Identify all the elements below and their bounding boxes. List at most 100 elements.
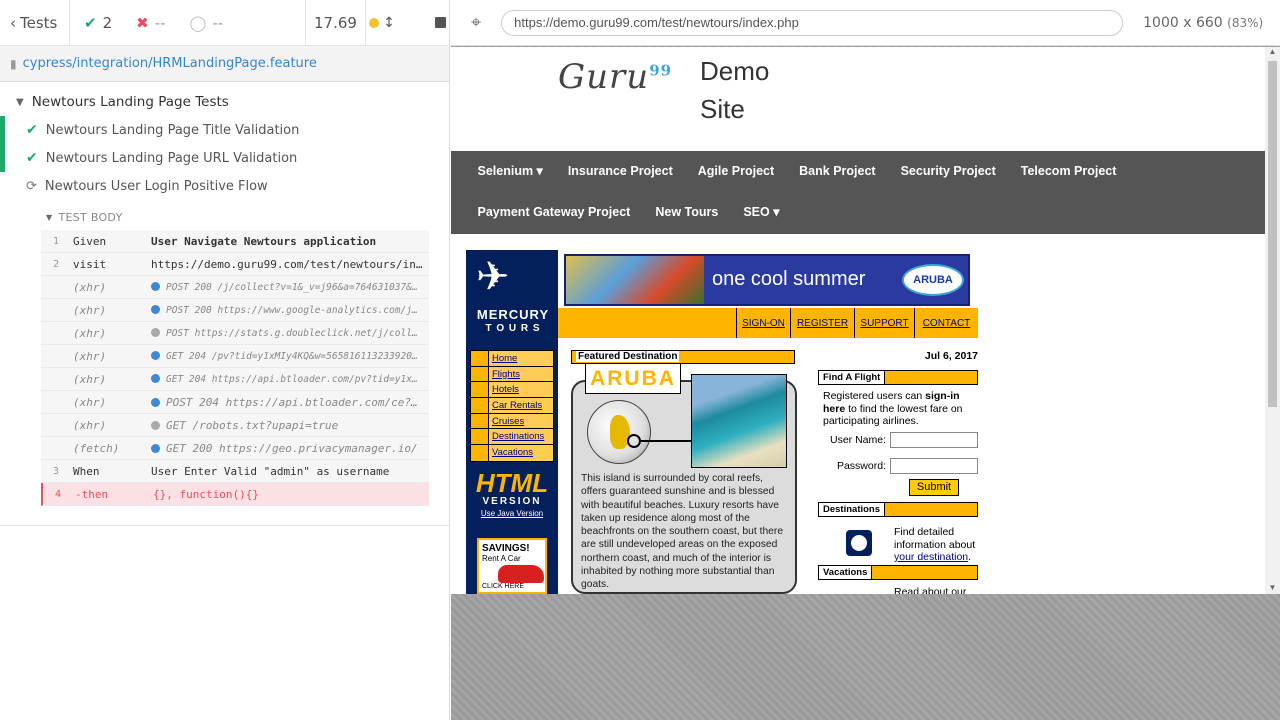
nav-security-project[interactable]: Security Project — [888, 151, 1008, 192]
command-row[interactable]: (xhr) POST 200 /j/collect?v=1&_v=j96&a=7… — [41, 276, 429, 299]
command-message: User Enter Valid "admin" as username — [151, 464, 390, 478]
mercury-tours-page: ✈ MERCURY T O U R S Home Flights Hotels … — [466, 250, 978, 594]
menu-item-flights[interactable]: Flights — [471, 366, 553, 383]
username-label: User Name: — [829, 434, 886, 446]
test-stats: ✔ 2 ✖ -- ◯ -- — [70, 0, 306, 46]
find-flight-title: Find A Flight — [819, 371, 886, 384]
command-row-failed[interactable]: 4 -then {}, function(){} — [41, 483, 429, 506]
destinations-header: Destinations — [818, 502, 978, 517]
command-row[interactable]: (xhr) POST 204 https://api.btloader.com/… — [41, 391, 429, 414]
menu-item-car-rentals[interactable]: Car Rentals — [471, 398, 553, 414]
register-link[interactable]: REGISTER — [790, 308, 854, 338]
command-message-wrap: GET /robots.txt?upapi=true — [151, 419, 429, 432]
suite-title: Newtours Landing Page Tests — [31, 94, 229, 110]
command-message: GET /robots.txt?upapi=true — [166, 418, 339, 432]
selector-playground-icon[interactable]: ⌖ — [471, 12, 481, 33]
failed-stat: ✖ -- — [136, 14, 165, 32]
menu-link[interactable]: Flights — [489, 366, 553, 382]
command-row[interactable]: 2 visit https://demo.guru99.com/test/new… — [41, 253, 429, 276]
menu-link[interactable]: Destinations — [489, 429, 553, 445]
cross-icon: ✖ — [136, 13, 149, 32]
scroll-down-icon[interactable]: ▼ — [1265, 583, 1280, 592]
aut-url-display[interactable]: https://demo.guru99.com/test/newtours/in… — [501, 9, 1124, 36]
java-version-link[interactable]: Use Java Version — [472, 509, 552, 518]
menu-link[interactable]: Cruises — [489, 413, 553, 429]
nav-seo[interactable]: SEO ▾ — [731, 192, 792, 233]
command-row[interactable]: 1 Given User Navigate Newtours applicati… — [41, 230, 429, 253]
command-name: When — [73, 464, 100, 478]
stop-icon[interactable] — [434, 17, 446, 28]
test-row[interactable]: ⟳ Newtours User Login Positive Flow — [0, 172, 449, 200]
menu-bullet — [471, 413, 489, 429]
menu-link[interactable]: Vacations — [489, 445, 553, 461]
banner-text: one cool summer — [712, 268, 866, 290]
command-name: (xhr) — [73, 303, 107, 317]
command-row[interactable]: (xhr) POST https://stats.g.doubleclick.n… — [41, 322, 429, 345]
menu-item-cruises[interactable]: Cruises — [471, 413, 553, 430]
auto-scroll-toggle[interactable]: ↕ — [369, 15, 395, 31]
request-status-dot-icon — [151, 443, 160, 453]
sign-on-link[interactable]: SIGN-ON — [736, 308, 790, 338]
password-input[interactable] — [890, 458, 978, 474]
command-row[interactable]: (xhr) POST 200 https://www.google-analyt… — [41, 299, 429, 322]
submit-button[interactable]: Submit — [909, 479, 959, 496]
nav-telecom-project[interactable]: Telecom Project — [1008, 151, 1129, 192]
command-message-wrap: POST https://stats.g.doubleclick.net/j/c… — [151, 327, 429, 339]
command-row[interactable]: (xhr) GET /robots.txt?upapi=true — [41, 414, 429, 437]
command-row[interactable]: 3 When User Enter Valid "admin" as usern… — [41, 460, 429, 483]
find-flight-header: Find A Flight — [818, 370, 978, 385]
html-version-badge: HTML VERSION Use Java Version — [472, 470, 552, 518]
mercury-tours-logo: MERCURY T O U R S — [470, 308, 556, 336]
viewport-size[interactable]: 1000 x 660 (83%) — [1143, 15, 1263, 31]
vacations-title: Vacations — [819, 566, 873, 579]
nav-payment-gateway-project[interactable]: Payment Gateway Project — [465, 192, 643, 233]
command-name: (fetch) — [73, 441, 120, 455]
tests-button[interactable]: ‹ Tests — [0, 0, 70, 46]
suite-row[interactable]: ▼ Newtours Landing Page Tests — [0, 88, 449, 116]
guru99-logo[interactable]: Guru99 — [558, 57, 672, 97]
spec-file-link[interactable]: cypress/integration/HRMLandingPage.featu… — [23, 56, 317, 71]
test-row[interactable]: ✔ Newtours Landing Page Title Validation — [0, 116, 449, 144]
test-title: Newtours User Login Positive Flow — [44, 178, 268, 194]
aruba-logo: ARUBA — [902, 264, 964, 296]
nav-insurance-project[interactable]: Insurance Project — [555, 151, 685, 192]
your-destination-link[interactable]: your destination — [894, 551, 968, 563]
nav-new-tours[interactable]: New Tours — [643, 192, 731, 233]
nav-selenium[interactable]: Selenium ▾ — [465, 151, 555, 192]
menu-item-hotels[interactable]: Hotels — [471, 382, 553, 399]
menu-link[interactable]: Car Rentals — [489, 398, 553, 413]
signin-text: Registered users can sign-in here to fin… — [823, 390, 975, 428]
menu-item-vacations[interactable]: Vacations — [471, 445, 553, 461]
command-name: (xhr) — [73, 280, 107, 294]
arrows-vertical-icon: ↕ — [383, 14, 395, 31]
test-row[interactable]: ✔ Newtours Landing Page URL Validation — [0, 144, 449, 172]
username-input[interactable] — [890, 432, 978, 448]
command-message: https://demo.guru99.com/test/newtours/in… — [151, 257, 423, 271]
menu-item-home[interactable]: Home — [471, 351, 553, 367]
command-row[interactable]: (xhr) GET 204 /pv?tid=y1xMIy4KQ&w=565816… — [41, 345, 429, 368]
vacations-header: Vacations — [818, 565, 978, 580]
tests-button-label: Tests — [20, 13, 58, 32]
command-row[interactable]: (fetch) GET 200 https://geo.privacymanag… — [41, 437, 429, 460]
menu-link[interactable]: Hotels — [489, 382, 553, 398]
aut-scrollbar[interactable]: ▲ ▼ — [1265, 47, 1280, 594]
contact-link[interactable]: CONTACT — [914, 308, 978, 338]
test-body-toggle[interactable]: ▼ TEST BODY — [0, 204, 449, 230]
passed-count: 2 — [102, 13, 113, 32]
site-navbar: Selenium ▾ Insurance Project Agile Proje… — [451, 151, 1265, 234]
nav-agile-project[interactable]: Agile Project — [685, 151, 786, 192]
menu-item-destinations[interactable]: Destinations — [471, 429, 553, 446]
menu-link[interactable]: Home — [489, 351, 553, 366]
car-rental-ad[interactable]: SAVINGS! Rent A Car CLICK HERE — [477, 538, 547, 594]
command-row[interactable]: (xhr) GET 204 https://api.btloader.com/p… — [41, 368, 429, 391]
command-number: 2 — [52, 258, 59, 270]
logo-line-1: MERCURY — [476, 307, 550, 322]
aruba-banner[interactable]: one cool summer ARUBA — [564, 254, 970, 306]
support-link[interactable]: SUPPORT — [854, 308, 914, 338]
scroll-thumb[interactable] — [1268, 61, 1277, 407]
command-name: -then — [75, 487, 109, 501]
command-number: 1 — [52, 235, 59, 247]
pending-stat: ◯ -- — [190, 14, 224, 32]
nav-bank-project[interactable]: Bank Project — [787, 151, 888, 192]
scroll-up-icon[interactable]: ▲ — [1265, 47, 1280, 56]
